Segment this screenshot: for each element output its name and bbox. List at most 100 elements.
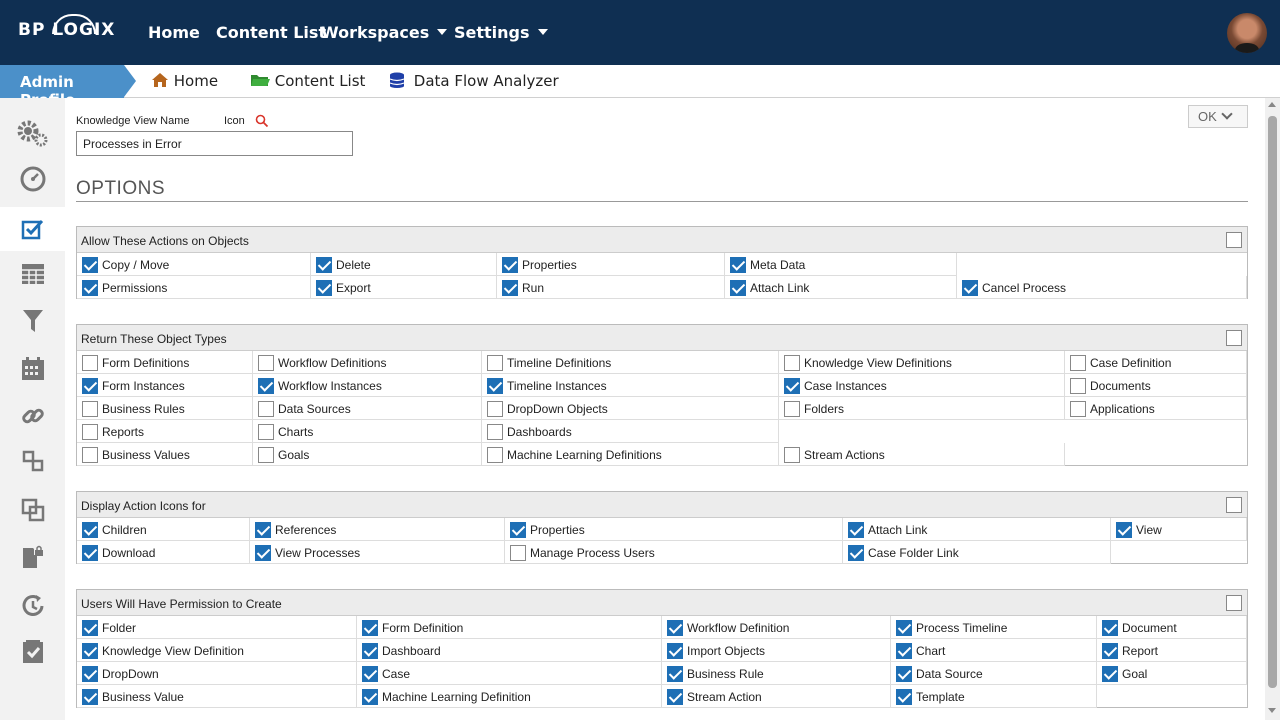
option-checkbox[interactable] [667,643,683,659]
option-checkbox[interactable] [848,522,864,538]
option-item[interactable]: Business Rules [77,397,253,420]
option-checkbox[interactable] [1102,620,1118,636]
option-checkbox[interactable] [896,689,912,705]
crumb-content-list[interactable]: Content List [250,72,365,90]
option-item[interactable]: Business Value [77,685,357,708]
option-checkbox[interactable] [1102,666,1118,682]
option-checkbox[interactable] [784,401,800,417]
option-checkbox[interactable] [784,447,800,463]
ok-button[interactable]: OK [1188,105,1248,128]
option-item[interactable]: References [250,518,505,541]
option-checkbox[interactable] [82,257,98,273]
dashboard-gauge-icon[interactable] [0,157,65,201]
option-item[interactable]: Case Folder Link [843,541,1111,564]
option-checkbox[interactable] [362,666,378,682]
option-checkbox[interactable] [1116,522,1132,538]
option-item[interactable]: Timeline Definitions [482,351,779,374]
option-checkbox[interactable] [502,280,518,296]
option-item[interactable]: Goal [1097,662,1247,685]
option-checkbox[interactable] [82,643,98,659]
option-checkbox[interactable] [1070,355,1086,371]
option-item[interactable]: Business Rule [662,662,891,685]
option-item[interactable]: Machine Learning Definition [357,685,662,708]
option-checkbox[interactable] [784,355,800,371]
option-checkbox[interactable] [258,401,274,417]
option-item[interactable]: Knowledge View Definition [77,639,357,662]
option-checkbox[interactable] [730,257,746,273]
option-item[interactable]: Stream Action [662,685,891,708]
option-checkbox[interactable] [82,280,98,296]
option-item[interactable]: Data Sources [253,397,482,420]
option-item[interactable]: Charts [253,420,482,443]
link-icon[interactable] [0,394,65,438]
option-item[interactable]: Attach Link [843,518,1111,541]
option-checkbox[interactable] [896,620,912,636]
option-checkbox[interactable] [82,378,98,394]
option-checkbox[interactable] [258,355,274,371]
scroll-down-icon[interactable] [1268,708,1276,713]
option-checkbox[interactable] [82,522,98,538]
select-all-checkbox[interactable] [1226,497,1242,513]
option-checkbox[interactable] [362,620,378,636]
option-item[interactable]: Form Instances [77,374,253,397]
option-item[interactable]: Manage Process Users [505,541,843,564]
option-item[interactable]: Template [891,685,1097,708]
option-item[interactable]: Cancel Process [957,276,1247,299]
option-checkbox[interactable] [82,545,98,561]
select-all-checkbox[interactable] [1226,595,1242,611]
option-item[interactable]: Properties [497,253,725,276]
option-item[interactable]: Download [77,541,250,564]
option-checkbox[interactable] [510,522,526,538]
option-item[interactable]: Delete [311,253,497,276]
option-checkbox[interactable] [1070,401,1086,417]
option-item[interactable]: Workflow Instances [253,374,482,397]
option-item[interactable]: Folder [77,616,357,639]
option-item[interactable]: Stream Actions [779,443,1065,466]
search-icon[interactable] [255,114,269,128]
option-checkbox[interactable] [1102,643,1118,659]
option-item[interactable]: Case [357,662,662,685]
checklist-icon[interactable] [0,207,65,251]
option-checkbox[interactable] [502,257,518,273]
option-item[interactable]: Documents [1065,374,1247,397]
option-checkbox[interactable] [487,355,503,371]
option-item[interactable]: Run [497,276,725,299]
option-item[interactable]: Timeline Instances [482,374,779,397]
option-checkbox[interactable] [82,620,98,636]
option-checkbox[interactable] [667,666,683,682]
option-item[interactable]: Process Timeline [891,616,1097,639]
option-checkbox[interactable] [82,447,98,463]
option-checkbox[interactable] [784,378,800,394]
select-all-checkbox[interactable] [1226,330,1242,346]
option-checkbox[interactable] [487,447,503,463]
option-item[interactable]: Applications [1065,397,1247,420]
option-item[interactable]: Dashboards [482,420,779,443]
option-checkbox[interactable] [316,280,332,296]
option-item[interactable]: Import Objects [662,639,891,662]
gear-icon[interactable] [0,111,65,155]
option-item[interactable]: View [1111,518,1247,541]
table-icon[interactable] [0,252,65,296]
user-avatar[interactable] [1227,13,1267,53]
vertical-scrollbar[interactable] [1265,98,1280,720]
nav-home[interactable]: Home [148,23,200,42]
hierarchy-icon[interactable] [0,439,65,483]
crumb-data-flow-analyzer[interactable]: Data Flow Analyzer [389,72,559,90]
option-checkbox[interactable] [258,378,274,394]
option-checkbox[interactable] [487,378,503,394]
lock-file-icon[interactable] [0,535,65,579]
option-item[interactable]: Machine Learning Definitions [482,443,779,466]
option-item[interactable]: Case Definition [1065,351,1247,374]
option-checkbox[interactable] [258,447,274,463]
option-item[interactable]: Permissions [77,276,311,299]
option-checkbox[interactable] [255,545,271,561]
admin-profile-tab[interactable]: Admin Profile [0,65,136,109]
option-checkbox[interactable] [962,280,978,296]
option-checkbox[interactable] [487,424,503,440]
filter-icon[interactable] [0,299,65,343]
option-item[interactable]: Copy / Move [77,253,311,276]
option-item[interactable]: Properties [505,518,843,541]
scroll-thumb[interactable] [1268,116,1277,688]
option-item[interactable]: View Processes [250,541,505,564]
option-item[interactable]: Children [77,518,250,541]
